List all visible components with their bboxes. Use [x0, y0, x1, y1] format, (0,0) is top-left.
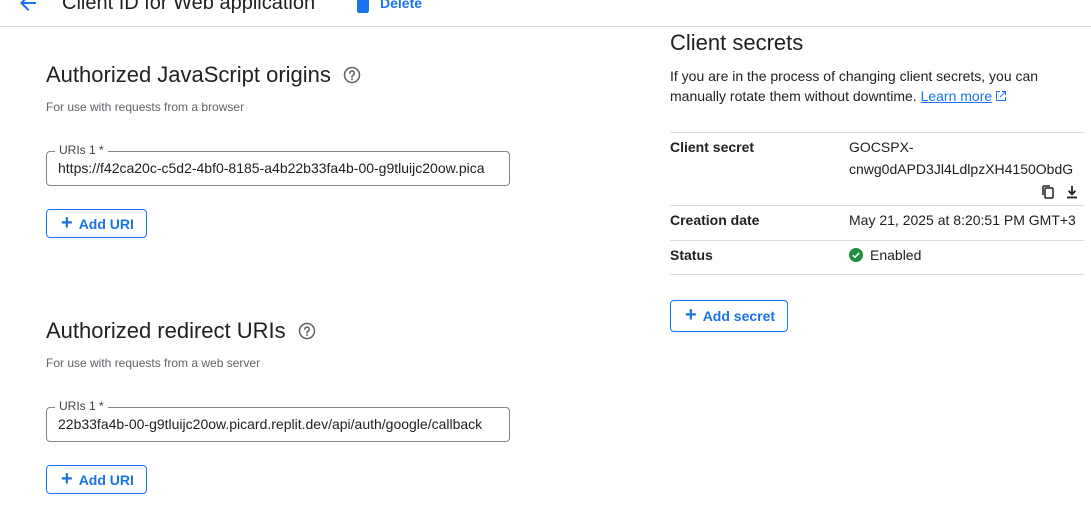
- client-secret-row: Client secret GOCSPX- cnwg0dAPD3Jl4Ldlpz…: [670, 132, 1084, 205]
- js-origins-heading: Authorized JavaScript origins: [46, 62, 361, 88]
- plus-icon: +: [61, 467, 73, 490]
- help-icon[interactable]: [343, 66, 361, 84]
- client-secrets-description: If you are in the process of changing cl…: [670, 66, 1070, 106]
- delete-label: Delete: [380, 0, 423, 11]
- creation-date-label: Creation date: [670, 212, 760, 228]
- client-secrets-title: Client secrets: [670, 30, 804, 55]
- client-secret-label: Client secret: [670, 139, 755, 155]
- redirect-uris-subtitle: For use with requests from a web server: [46, 356, 261, 370]
- add-redirect-uri-button[interactable]: + Add URI: [46, 465, 147, 494]
- add-uri-label: Add URI: [78, 471, 134, 488]
- top-bar: Client ID for Web application Delete: [0, 0, 1091, 27]
- js-origins-title: Authorized JavaScript origins: [46, 62, 331, 87]
- download-icon[interactable]: [1064, 184, 1080, 200]
- js-origin-uri-input[interactable]: [58, 160, 498, 176]
- status-row: Status Enabled: [670, 240, 1084, 275]
- creation-date-value: May 21, 2025 at 8:20:51 PM GMT+3: [849, 212, 1076, 228]
- check-circle-icon: [849, 248, 863, 262]
- help-icon[interactable]: [298, 322, 316, 340]
- add-uri-label: Add URI: [78, 215, 134, 232]
- copy-icon[interactable]: [1040, 184, 1056, 200]
- delete-button[interactable]: Delete: [356, 0, 422, 15]
- client-secrets-panel: Client secrets If you are in the process…: [670, 30, 1084, 106]
- page-title: Client ID for Web application: [62, 0, 316, 14]
- js-origin-uri-field[interactable]: URIs 1 *: [46, 143, 510, 186]
- client-secret-value-line2: cnwg0dAPD3Jl4LdlpzXH4150ObdG: [849, 161, 1074, 177]
- redirect-uri-input[interactable]: [58, 416, 498, 432]
- redirect-uris-section: Authorized redirect URIs For use with re…: [46, 318, 316, 370]
- plus-icon: +: [685, 304, 697, 326]
- js-origin-uri-label: URIs 1 *: [55, 143, 108, 157]
- js-origins-section: Authorized JavaScript origins For use wi…: [46, 62, 361, 114]
- add-js-origin-uri-button[interactable]: + Add URI: [46, 209, 147, 238]
- learn-more-label: Learn more: [920, 88, 993, 104]
- plus-icon: +: [61, 211, 73, 234]
- status-text: Enabled: [870, 247, 922, 263]
- js-origins-subtitle: For use with requests from a browser: [46, 100, 245, 114]
- client-secret-value-line1: GOCSPX-: [849, 139, 914, 155]
- add-secret-label: Add secret: [702, 308, 776, 324]
- redirect-uris-title: Authorized redirect URIs: [46, 318, 286, 343]
- client-secret-value: GOCSPX- cnwg0dAPD3Jl4LdlpzXH4150ObdG: [849, 136, 1073, 180]
- add-secret-button[interactable]: + Add secret: [670, 300, 789, 332]
- status-label: Status: [670, 247, 713, 263]
- redirect-uri-field[interactable]: URIs 1 *: [46, 399, 510, 442]
- creation-date-row: Creation date May 21, 2025 at 8:20:51 PM…: [670, 205, 1084, 240]
- trash-icon: [357, 0, 369, 13]
- status-value: Enabled: [849, 247, 921, 263]
- back-arrow-icon[interactable]: [16, 0, 40, 15]
- redirect-uri-label: URIs 1 *: [55, 399, 108, 413]
- redirect-uris-heading: Authorized redirect URIs: [46, 318, 316, 344]
- learn-more-link[interactable]: Learn more: [921, 88, 1008, 104]
- external-link-icon: [996, 91, 1007, 101]
